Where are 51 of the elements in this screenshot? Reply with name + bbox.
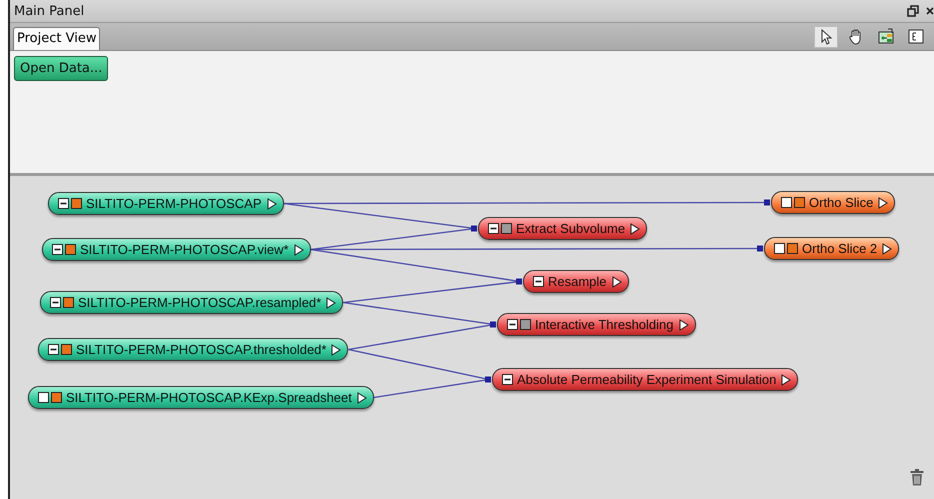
play-icon[interactable] — [878, 196, 888, 208]
status-square-icon[interactable] — [61, 344, 72, 355]
collapse-icon[interactable] — [507, 319, 518, 330]
play-icon[interactable] — [612, 276, 622, 288]
play-icon[interactable] — [678, 318, 689, 330]
status-square-icon[interactable] — [71, 198, 82, 209]
collapse-icon[interactable] — [52, 244, 63, 255]
status-square-icon[interactable] — [63, 297, 74, 308]
status-square-icon[interactable] — [520, 319, 531, 330]
module-node[interactable]: Extract Subvolume — [478, 217, 648, 240]
status-square-icon[interactable] — [65, 244, 76, 255]
panel-layout-icon — [908, 28, 924, 45]
collapse-icon[interactable] — [48, 344, 59, 355]
collapse-icon[interactable] — [50, 297, 61, 308]
play-icon[interactable] — [356, 392, 367, 404]
data-node[interactable]: SILTITO-PERM-PHOTOSCAP.thresholded* — [38, 338, 348, 361]
status-square-icon[interactable] — [787, 243, 798, 254]
data-node[interactable]: SILTITO-PERM-PHOTOSCAP.view* — [42, 238, 311, 261]
data-node[interactable]: SILTITO-PERM-PHOTOSCAP — [48, 192, 284, 215]
display-node[interactable]: Ortho Slice — [771, 191, 896, 214]
module-node[interactable]: Interactive Thresholding — [497, 313, 696, 336]
status-square-icon[interactable] — [51, 392, 62, 403]
collapse-icon[interactable] — [58, 198, 69, 209]
toggle-box-icon[interactable] — [38, 392, 49, 403]
play-icon[interactable] — [326, 296, 336, 308]
play-icon[interactable] — [630, 222, 640, 234]
trash-icon[interactable] — [910, 469, 924, 486]
open-data-button[interactable]: Open Data... — [14, 56, 108, 81]
collapse-icon[interactable] — [502, 374, 513, 385]
graph-layout-icon — [878, 28, 894, 45]
pointer-tool[interactable] — [814, 26, 838, 48]
data-node[interactable]: SILTITO-PERM-PHOTOSCAP.KExp.Spreadsheet — [28, 386, 374, 409]
data-node[interactable]: SILTITO-PERM-PHOTOSCAP.resampled* — [40, 291, 344, 314]
collapse-icon[interactable] — [488, 223, 499, 234]
status-square-icon[interactable] — [501, 223, 512, 234]
play-icon[interactable] — [781, 374, 792, 386]
play-icon[interactable] — [294, 244, 304, 256]
display-node[interactable]: Ortho Slice 2 — [764, 237, 900, 260]
close-icon[interactable] — [926, 6, 934, 16]
toggle-box-icon[interactable] — [774, 243, 785, 254]
collapse-icon[interactable] — [533, 276, 544, 287]
restore-icon[interactable] — [907, 5, 919, 17]
play-icon[interactable] — [266, 198, 277, 210]
play-icon[interactable] — [882, 242, 892, 254]
project-tab[interactable]: Project View — [13, 27, 100, 50]
module-node[interactable]: Absolute Permeability Experiment Simulation — [492, 368, 798, 391]
status-square-icon[interactable] — [794, 197, 805, 208]
module-node[interactable]: Resample — [523, 270, 629, 293]
toggle-box-icon[interactable] — [781, 197, 792, 208]
panel-title: Main Panel — [14, 4, 84, 18]
play-icon[interactable] — [331, 344, 342, 356]
